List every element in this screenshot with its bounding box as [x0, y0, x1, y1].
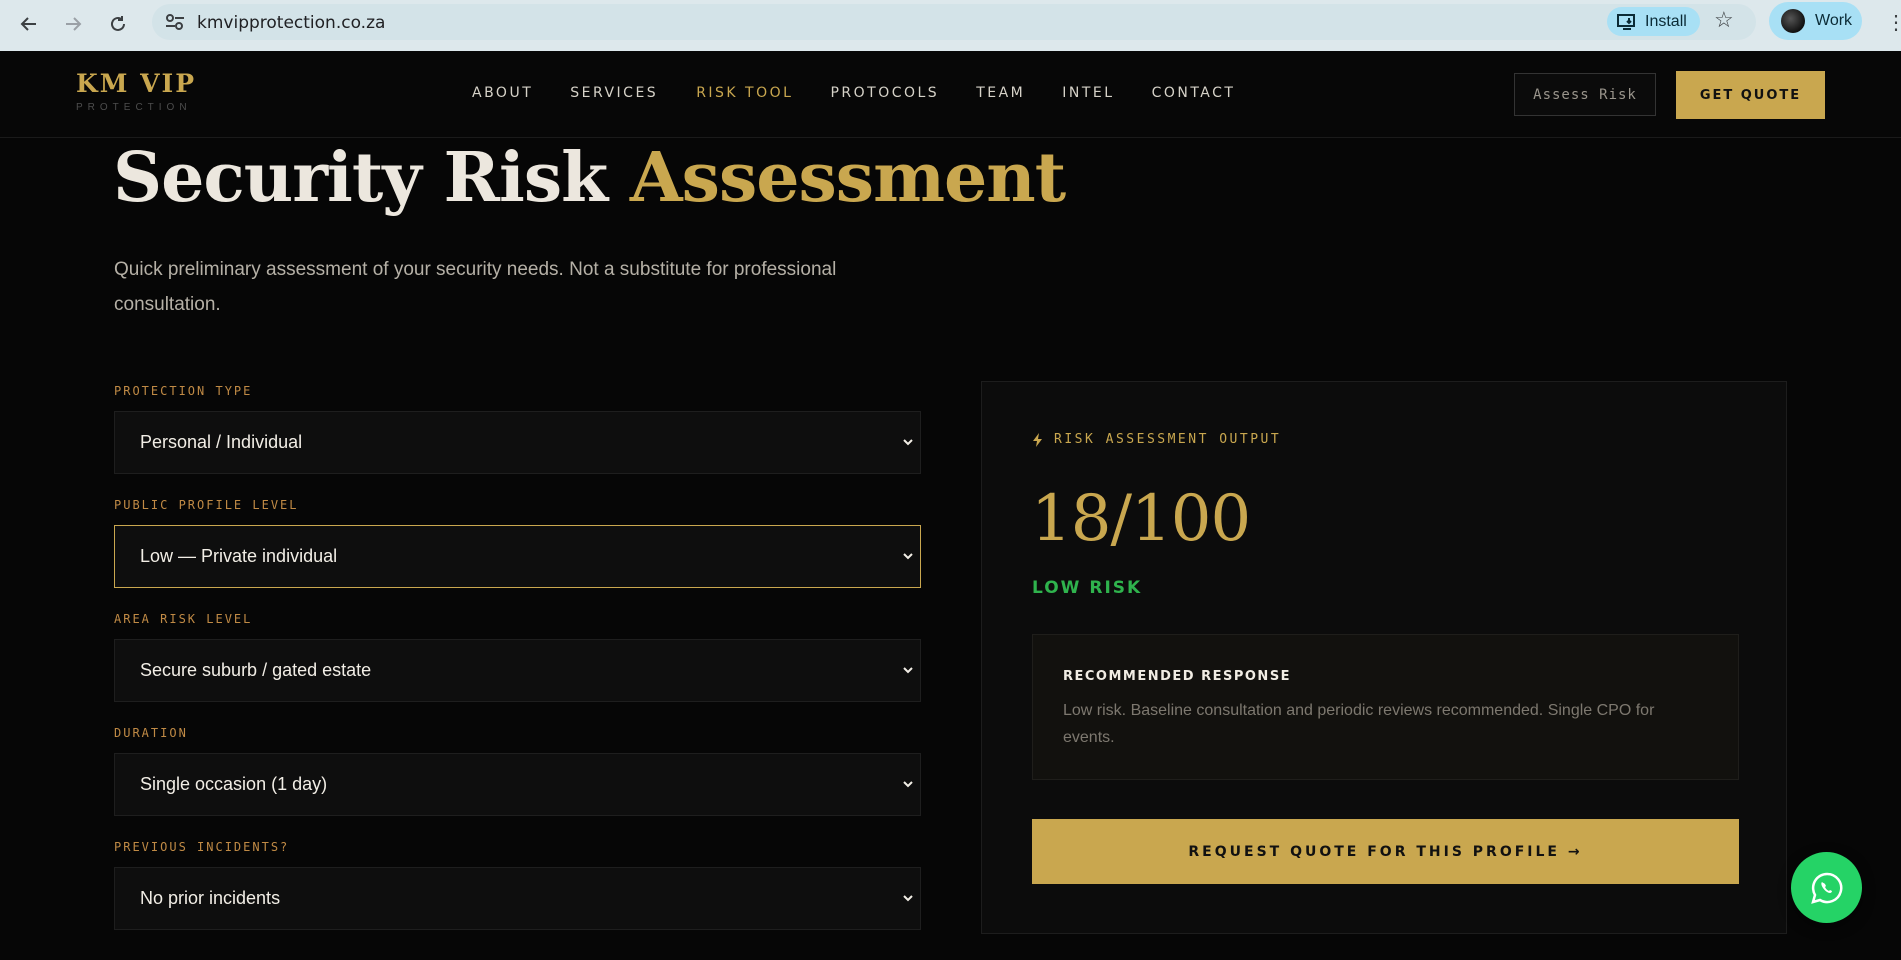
chevron-down-icon — [903, 895, 913, 902]
reload-icon[interactable] — [103, 9, 133, 39]
area-risk-level-label: AREA RISK LEVEL — [114, 612, 253, 626]
nav-intel[interactable]: INTEL — [1062, 85, 1114, 101]
risk-output-card: RISK ASSESSMENT OUTPUT 18/100 LOW RISK R… — [981, 381, 1787, 934]
avatar — [1781, 9, 1805, 33]
install-app-button[interactable]: Install — [1607, 7, 1700, 36]
request-quote-button[interactable]: REQUEST QUOTE FOR THIS PROFILE → — [1032, 819, 1739, 884]
site-header: KM VIP PROTECTION ABOUT SERVICES RISK TO… — [0, 51, 1901, 138]
chevron-down-icon — [903, 781, 913, 788]
address-bar[interactable]: kmvipprotection.co.za — [152, 4, 1756, 40]
output-kicker-text: RISK ASSESSMENT OUTPUT — [1054, 432, 1282, 447]
title-part-1: Security Risk — [113, 138, 608, 218]
logo-main: KM VIP — [76, 69, 196, 98]
risk-score: 18/100 — [1031, 482, 1251, 556]
url-text[interactable]: kmvipprotection.co.za — [197, 13, 385, 33]
page-subtitle: Quick preliminary assessment of your sec… — [114, 259, 837, 315]
main-nav: ABOUT SERVICES RISK TOOL PROTOCOLS TEAM … — [472, 85, 1235, 101]
title-part-2: Assessment — [629, 138, 1066, 218]
logo-sub: PROTECTION — [76, 102, 192, 113]
select-value: Low — Private individual — [140, 546, 338, 566]
logo[interactable]: KM VIP PROTECTION — [76, 69, 196, 113]
select-value: Personal / Individual — [140, 432, 303, 452]
chevron-down-icon — [903, 553, 913, 560]
recommendation-body: Low risk. Baseline consultation and peri… — [1063, 702, 1655, 746]
bookmark-star-icon[interactable]: ☆ — [1714, 7, 1734, 33]
chevron-down-icon — [903, 439, 913, 446]
area-risk-level-select[interactable]: Secure suburb / gated estate — [114, 639, 921, 702]
install-icon — [1617, 13, 1635, 30]
whatsapp-button[interactable] — [1791, 852, 1862, 923]
select-value: Secure suburb / gated estate — [140, 660, 372, 680]
back-arrow-icon[interactable] — [14, 9, 44, 39]
nav-protocols[interactable]: PROTOCOLS — [830, 85, 939, 101]
more-menu-icon[interactable]: ⋮ — [1886, 10, 1901, 35]
assess-risk-button[interactable]: Assess Risk — [1514, 73, 1656, 116]
whatsapp-icon — [1810, 872, 1842, 904]
get-quote-button[interactable]: GET QUOTE — [1676, 71, 1825, 119]
recommendation-box: RECOMMENDED RESPONSE Low risk. Baseline … — [1032, 634, 1739, 780]
browser-toolbar: kmvipprotection.co.za Install ☆ Work ⋮ — [0, 0, 1901, 51]
previous-incidents-label: PREVIOUS INCIDENTS? — [114, 840, 290, 854]
chevron-down-icon — [903, 667, 913, 674]
nav-services[interactable]: SERVICES — [570, 85, 658, 101]
select-value: Single occasion (1 day) — [140, 774, 328, 794]
duration-label: DURATION — [114, 726, 188, 740]
nav-team[interactable]: TEAM — [976, 85, 1025, 101]
lightning-icon — [1033, 432, 1042, 447]
select-value: No prior incidents — [140, 888, 281, 908]
nav-risk-tool[interactable]: RISK TOOL — [696, 85, 793, 101]
recommendation-heading: RECOMMENDED RESPONSE — [1063, 669, 1292, 684]
nav-contact[interactable]: CONTACT — [1152, 85, 1236, 101]
output-kicker: RISK ASSESSMENT OUTPUT — [1032, 432, 1281, 447]
protection-type-select[interactable]: Personal / Individual — [114, 411, 921, 474]
profile-label: Work — [1815, 12, 1853, 29]
forward-arrow-icon[interactable] — [58, 9, 88, 39]
protection-type-label: PROTECTION TYPE — [114, 384, 253, 398]
site-settings-icon[interactable] — [164, 12, 186, 32]
duration-select[interactable]: Single occasion (1 day) — [114, 753, 921, 816]
previous-incidents-select[interactable]: No prior incidents — [114, 867, 921, 930]
profile-button[interactable]: Work — [1769, 2, 1862, 40]
public-profile-level-select[interactable]: Low — Private individual — [114, 525, 921, 588]
public-profile-level-label: PUBLIC PROFILE LEVEL — [114, 498, 299, 512]
nav-about[interactable]: ABOUT — [472, 85, 533, 101]
page-title: Security Risk Assessment — [113, 138, 1066, 218]
install-label: Install — [1645, 12, 1687, 30]
risk-level: LOW RISK — [1032, 578, 1143, 598]
